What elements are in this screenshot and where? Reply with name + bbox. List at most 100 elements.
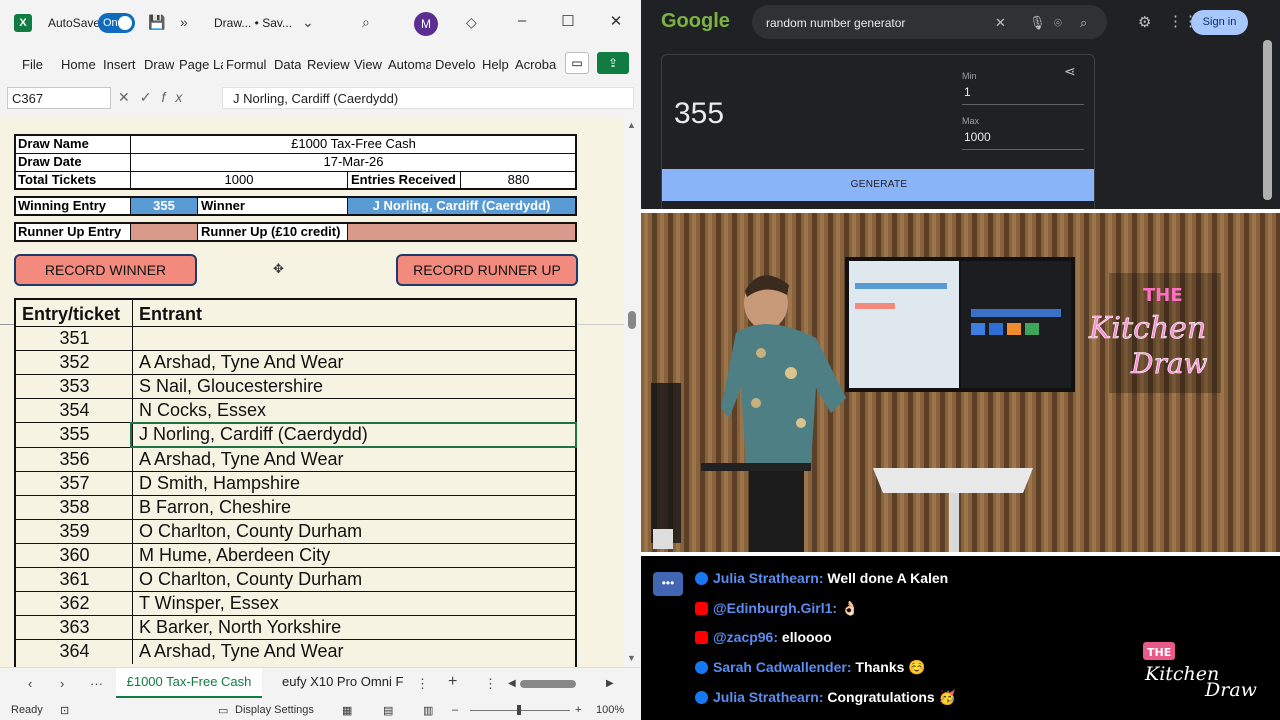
entrant-name[interactable]: S Nail, Gloucestershire bbox=[139, 375, 323, 398]
avatar[interactable]: M bbox=[414, 12, 438, 36]
name-box[interactable]: C367 bbox=[7, 87, 111, 109]
table-row[interactable]: 351 bbox=[16, 326, 575, 351]
record-runner-up-button[interactable]: RECORD RUNNER UP bbox=[396, 254, 578, 286]
hscroll-left-icon[interactable]: ◀ bbox=[508, 678, 516, 689]
sheet-menu-icon[interactable]: ⋮ bbox=[416, 676, 429, 692]
entry-number[interactable]: 354 bbox=[16, 399, 133, 422]
entrant-name[interactable]: O Charlton, County Durham bbox=[139, 568, 362, 591]
entrant-name[interactable]: O Charlton, County Durham bbox=[139, 520, 362, 543]
tab-page-layout[interactable]: Page La bbox=[179, 57, 223, 72]
table-row[interactable]: 354 N Cocks, Essex bbox=[16, 398, 575, 424]
entries-received-value[interactable]: 880 bbox=[461, 171, 576, 189]
entrant-name[interactable]: A Arshad, Tyne And Wear bbox=[139, 640, 343, 663]
search-icon[interactable]: ⌕ bbox=[362, 14, 370, 31]
entry-number[interactable]: 356 bbox=[16, 448, 133, 471]
tab-automate[interactable]: Automa bbox=[388, 57, 431, 72]
google-scrollbar[interactable] bbox=[1263, 40, 1272, 200]
table-row[interactable]: 362 T Winsper, Essex bbox=[16, 591, 575, 617]
sign-in-button[interactable]: Sign in bbox=[1191, 10, 1248, 35]
record-winner-button[interactable]: RECORD WINNER bbox=[14, 254, 197, 286]
chevron-down-icon[interactable]: ⌄ bbox=[302, 14, 314, 31]
worksheet[interactable]: Draw Name £1000 Tax-Free Cash Draw Date … bbox=[0, 118, 624, 667]
save-icon[interactable]: 💾 bbox=[148, 14, 165, 31]
autosave-toggle[interactable]: On bbox=[98, 13, 135, 33]
minimize-icon[interactable]: – bbox=[512, 12, 532, 29]
entry-number[interactable]: 362 bbox=[16, 592, 133, 615]
zoom-level[interactable]: 100% bbox=[596, 704, 624, 716]
total-tickets-value[interactable]: 1000 bbox=[131, 171, 347, 189]
tab-insert[interactable]: Insert bbox=[103, 57, 136, 72]
winner-value[interactable]: J Norling, Cardiff (Caerdydd) bbox=[348, 197, 575, 215]
table-row[interactable]: 357 D Smith, Hampshire bbox=[16, 470, 575, 496]
vertical-scrollbar[interactable]: ▲ ▼ bbox=[624, 118, 640, 667]
table-row[interactable]: 361 O Charlton, County Durham bbox=[16, 567, 575, 592]
entrant-name[interactable]: K Barker, North Yorkshire bbox=[139, 616, 341, 639]
comments-button[interactable]: ▭ bbox=[565, 52, 589, 74]
min-input[interactable]: 1 bbox=[962, 85, 1084, 105]
prev-sheet-icon[interactable]: ‹ bbox=[28, 676, 32, 691]
scroll-down-icon[interactable]: ▼ bbox=[627, 653, 636, 663]
google-logo[interactable]: Google bbox=[661, 10, 730, 33]
tab-home[interactable]: Home bbox=[61, 57, 96, 72]
entry-number[interactable]: 352 bbox=[16, 351, 133, 374]
more-sheets-icon[interactable]: ··· bbox=[90, 676, 103, 691]
entrant-name[interactable]: N Cocks, Essex bbox=[139, 399, 266, 422]
scroll-thumb[interactable] bbox=[628, 311, 636, 329]
table-row[interactable]: 358 B Farron, Cheshire bbox=[16, 494, 575, 520]
table-row[interactable]: 364 A Arshad, Tyne And Wear bbox=[16, 639, 575, 665]
display-settings-icon[interactable]: ▭ bbox=[218, 704, 228, 717]
diamond-icon[interactable]: ◇ bbox=[466, 14, 477, 31]
sheet-tab-tax-free-cash[interactable]: £1000 Tax-Free Cash bbox=[116, 668, 262, 698]
microphone-icon[interactable]: 🎙 bbox=[1029, 15, 1046, 31]
entry-number[interactable]: 353 bbox=[16, 375, 133, 398]
table-row[interactable]: 352 A Arshad, Tyne And Wear bbox=[16, 350, 575, 376]
formula-icons[interactable]: ✕✓fx bbox=[118, 89, 192, 106]
camera-icon[interactable]: ⌾ bbox=[1054, 15, 1062, 31]
tab-draw[interactable]: Draw bbox=[144, 57, 174, 72]
tab-acrobat[interactable]: Acroba bbox=[515, 57, 559, 72]
tab-developer[interactable]: Develo bbox=[435, 57, 478, 72]
tab-help[interactable]: Help bbox=[482, 57, 509, 72]
entry-number[interactable]: 361 bbox=[16, 568, 133, 591]
zoom-out-icon[interactable]: – bbox=[452, 704, 458, 716]
entrant-name[interactable]: B Farron, Cheshire bbox=[139, 496, 291, 519]
generate-button[interactable]: GENERATE bbox=[662, 169, 1094, 201]
settings-gear-icon[interactable]: ⚙ bbox=[1138, 13, 1151, 31]
entry-number[interactable]: 359 bbox=[16, 520, 133, 543]
table-row[interactable]: 353 S Nail, Gloucestershire bbox=[16, 374, 575, 400]
entrant-name[interactable]: M Hume, Aberdeen City bbox=[139, 544, 330, 567]
tab-formulas[interactable]: Formul bbox=[226, 57, 270, 72]
entrant-name[interactable]: D Smith, Hampshire bbox=[139, 472, 300, 495]
entrant-name[interactable]: T Winsper, Essex bbox=[139, 592, 279, 615]
draw-date-value[interactable]: 17-Mar-26 bbox=[131, 153, 576, 171]
share-icon[interactable]: ⋖ bbox=[1064, 63, 1076, 80]
entry-number[interactable]: 363 bbox=[16, 616, 133, 639]
entrant-name[interactable]: A Arshad, Tyne And Wear bbox=[139, 351, 343, 374]
close-icon[interactable]: ✕ bbox=[606, 12, 626, 30]
clear-icon[interactable]: ✕ bbox=[995, 15, 1006, 31]
hscroll-right-icon[interactable]: ▶ bbox=[606, 678, 614, 689]
sheet-tab-eufy[interactable]: eufy X10 Pro Omni F bbox=[282, 668, 408, 698]
maximize-icon[interactable]: ☐ bbox=[558, 12, 578, 30]
draw-name-value[interactable]: £1000 Tax-Free Cash bbox=[131, 135, 576, 153]
tab-file[interactable]: File bbox=[22, 57, 43, 72]
add-sheet-icon[interactable]: + bbox=[448, 673, 457, 691]
tab-data[interactable]: Data bbox=[274, 57, 301, 72]
table-row[interactable]: 360 M Hume, Aberdeen City bbox=[16, 542, 575, 568]
tab-review[interactable]: Review bbox=[307, 57, 350, 72]
next-sheet-icon[interactable]: › bbox=[60, 676, 64, 691]
max-input[interactable]: 1000 bbox=[962, 130, 1084, 150]
page-layout-view-icon[interactable]: ▤ bbox=[383, 704, 393, 717]
entry-number[interactable]: 357 bbox=[16, 472, 133, 495]
table-row[interactable]: 363 K Barker, North Yorkshire bbox=[16, 615, 575, 641]
display-settings[interactable]: Display Settings bbox=[235, 704, 314, 716]
scroll-up-icon[interactable]: ▲ bbox=[627, 120, 636, 130]
page-break-view-icon[interactable]: ▥ bbox=[423, 704, 433, 717]
formula-input[interactable]: J Norling, Cardiff (Caerdydd) bbox=[222, 87, 634, 109]
accessibility-icon[interactable]: ⊡ bbox=[60, 704, 69, 717]
share-button[interactable]: ⇪ bbox=[597, 52, 629, 74]
tab-view[interactable]: View bbox=[354, 57, 382, 72]
table-row[interactable]: 356 A Arshad, Tyne And Wear bbox=[16, 446, 575, 472]
normal-view-icon[interactable]: ▦ bbox=[342, 704, 352, 717]
runner-up-entry-value[interactable] bbox=[131, 224, 197, 240]
